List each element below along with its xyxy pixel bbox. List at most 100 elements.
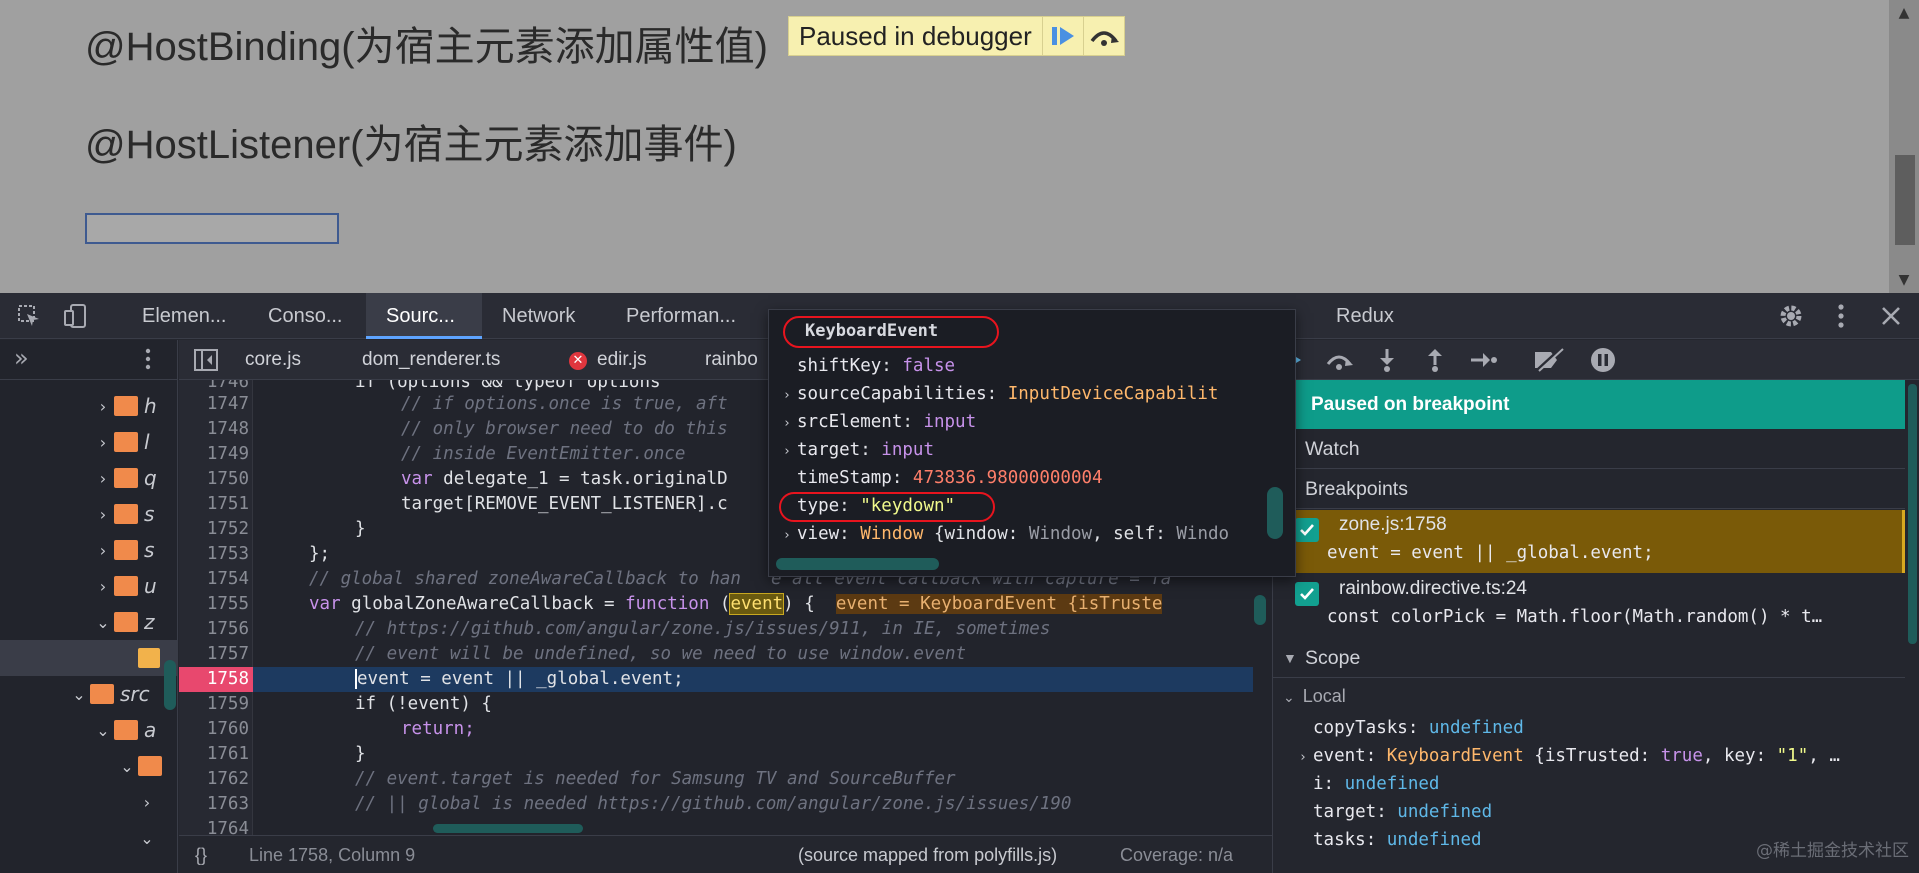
error-close-icon[interactable]: ✕ bbox=[569, 352, 587, 370]
breakpoint-checkbox[interactable] bbox=[1295, 518, 1319, 542]
tree-folder-item[interactable]: › l bbox=[92, 424, 150, 460]
breakpoint-checkbox[interactable] bbox=[1295, 582, 1319, 606]
page-text-input[interactable] bbox=[85, 213, 339, 244]
tree-folder-item[interactable]: › s bbox=[92, 496, 155, 532]
scope-variable-expandable[interactable]: › event: KeyboardEvent {isTrusted: true, … bbox=[1299, 742, 1840, 770]
line-number[interactable]: 1764 bbox=[179, 817, 249, 835]
resume-button[interactable] bbox=[1041, 17, 1083, 55]
debugger-scrollbar[interactable] bbox=[1905, 380, 1919, 873]
tree-folder-item[interactable]: › bbox=[136, 784, 158, 820]
breakpoint-item[interactable]: rainbow.directive.ts:24 const colorPick … bbox=[1273, 574, 1905, 637]
triangle-right-icon[interactable]: › bbox=[783, 382, 797, 410]
line-number[interactable]: 1759 bbox=[179, 692, 249, 717]
file-tab-dom-renderer[interactable]: dom_renderer.ts bbox=[362, 340, 500, 380]
hovered-event-token[interactable]: event bbox=[729, 593, 785, 615]
object-preview-popover[interactable]: KeyboardEvent shiftKey: false › sourceCap… bbox=[768, 309, 1296, 577]
tab-redux[interactable]: Redux bbox=[1336, 293, 1394, 339]
breakpoint-item-active[interactable]: zone.js:1758 event = event || _global.ev… bbox=[1273, 510, 1905, 573]
line-number[interactable]: 1762 bbox=[179, 767, 249, 792]
settings-button[interactable] bbox=[1776, 301, 1806, 331]
line-number[interactable]: 1751 bbox=[179, 492, 249, 517]
scroll-up-arrow-icon[interactable]: ▲ bbox=[1889, 0, 1919, 26]
code-hscroll-thumb[interactable] bbox=[433, 824, 583, 833]
line-number[interactable]: 1756 bbox=[179, 617, 249, 642]
close-devtools-button[interactable] bbox=[1876, 301, 1906, 331]
scope-variable[interactable]: target: undefined bbox=[1313, 798, 1492, 826]
tree-folder-item[interactable]: › u bbox=[92, 568, 157, 604]
tree-folder-item[interactable]: ⌄ a bbox=[92, 712, 156, 748]
step-over-button[interactable] bbox=[1323, 345, 1355, 375]
breakpoints-section-header[interactable]: Breakpoints bbox=[1273, 469, 1905, 509]
watch-section-header[interactable]: Watch bbox=[1273, 429, 1905, 469]
scope-variable[interactable]: tasks: undefined bbox=[1313, 826, 1482, 854]
tab-elements[interactable]: Elemen... bbox=[122, 293, 250, 339]
code-token: = event || _global.event; bbox=[409, 669, 684, 689]
file-tab-edir-js[interactable]: edir.js bbox=[597, 340, 647, 380]
navigator-menu-button[interactable] bbox=[144, 348, 152, 374]
line-number[interactable]: 1754 bbox=[179, 567, 249, 592]
scope-variable[interactable]: i: undefined bbox=[1313, 770, 1439, 798]
triangle-right-icon[interactable]: › bbox=[1299, 744, 1313, 772]
file-tab-rainbow[interactable]: rainbo bbox=[705, 340, 758, 380]
page-scrollbar[interactable]: ▲ ▼ bbox=[1889, 0, 1919, 293]
tree-file-item-selected[interactable] bbox=[0, 640, 177, 676]
line-number[interactable]: 1755 bbox=[179, 592, 249, 617]
line-number[interactable]: 1747 bbox=[179, 392, 249, 417]
line-number[interactable]: 1748 bbox=[179, 417, 249, 442]
property-row-expandable[interactable]: › sourceCapabilities: InputDeviceCapabili… bbox=[783, 380, 1218, 408]
toggle-navigator-button[interactable] bbox=[193, 348, 219, 376]
tree-folder-item[interactable]: ⌄ bbox=[116, 748, 168, 784]
debugger-scroll-thumb[interactable] bbox=[1908, 384, 1917, 644]
pretty-print-button[interactable]: {} bbox=[195, 836, 207, 873]
property-row[interactable]: shiftKey: false bbox=[797, 352, 955, 380]
tab-network[interactable]: Network bbox=[482, 293, 600, 339]
source-map-info[interactable]: (source mapped from polyfills.js) bbox=[798, 836, 1057, 873]
triangle-right-icon[interactable]: › bbox=[783, 522, 797, 550]
tree-folder-item[interactable]: › s bbox=[92, 532, 155, 568]
tree-folder-item[interactable]: ⌄ bbox=[136, 820, 158, 856]
property-row[interactable]: timeStamp: 473836.98000000004 bbox=[797, 464, 1103, 492]
tree-folder-item[interactable]: › h bbox=[92, 388, 157, 424]
line-number[interactable]: 1763 bbox=[179, 792, 249, 817]
inspect-element-button[interactable] bbox=[14, 301, 44, 331]
popover-hscroll-thumb[interactable] bbox=[776, 558, 939, 570]
property-row-expandable[interactable]: › view: Window {window: Window, self: Win… bbox=[783, 520, 1229, 548]
step-into-button[interactable] bbox=[1371, 345, 1403, 375]
tab-sources[interactable]: Sourc... bbox=[366, 293, 482, 339]
more-tabs-chevron-icon[interactable]: » bbox=[14, 344, 29, 372]
scope-variable[interactable]: copyTasks: undefined bbox=[1313, 714, 1524, 742]
line-number[interactable]: 1761 bbox=[179, 742, 249, 767]
more-options-button[interactable] bbox=[1826, 301, 1856, 331]
line-number[interactable]: 1749 bbox=[179, 442, 249, 467]
deactivate-breakpoints-button[interactable] bbox=[1533, 345, 1565, 375]
page-scroll-thumb[interactable] bbox=[1895, 155, 1915, 245]
navigator-scroll-thumb[interactable] bbox=[164, 660, 176, 710]
line-number[interactable]: 1760 bbox=[179, 717, 249, 742]
file-tab-core-js[interactable]: core.js bbox=[245, 340, 301, 380]
tab-performance[interactable]: Performan... bbox=[606, 293, 766, 339]
scroll-down-arrow-icon[interactable]: ▼ bbox=[1889, 267, 1919, 293]
code-horizontal-scrollbar[interactable] bbox=[253, 821, 1253, 835]
step-button[interactable] bbox=[1467, 345, 1499, 375]
step-out-button[interactable] bbox=[1419, 345, 1451, 375]
step-over-button[interactable] bbox=[1082, 17, 1124, 55]
tab-console[interactable]: Conso... bbox=[250, 293, 366, 339]
tree-folder-item[interactable]: › q bbox=[92, 460, 157, 496]
popover-vscroll-thumb[interactable] bbox=[1267, 487, 1283, 539]
pause-on-exceptions-button[interactable] bbox=[1587, 345, 1619, 375]
tree-folder-item[interactable]: ⌄ src bbox=[68, 676, 149, 712]
tree-folder-item[interactable]: ⌄ z bbox=[92, 604, 154, 640]
triangle-right-icon[interactable]: › bbox=[783, 410, 797, 438]
line-number[interactable]: 1753 bbox=[179, 542, 249, 567]
line-number[interactable]: 1752 bbox=[179, 517, 249, 542]
line-number[interactable]: 1750 bbox=[179, 467, 249, 492]
code-vscroll-thumb[interactable] bbox=[1254, 595, 1266, 625]
line-number[interactable]: 1757 bbox=[179, 642, 249, 667]
property-row-expandable[interactable]: › srcElement: input bbox=[783, 408, 976, 436]
breakpoint-line-number[interactable]: 1758 bbox=[179, 667, 253, 692]
triangle-right-icon[interactable]: › bbox=[783, 438, 797, 466]
scope-section-header[interactable]: ▼ Scope bbox=[1273, 638, 1905, 678]
property-row-expandable[interactable]: › target: input bbox=[783, 436, 934, 464]
device-toolbar-button[interactable] bbox=[60, 301, 90, 331]
local-scope-header[interactable]: ⌄ Local bbox=[1283, 686, 1346, 707]
